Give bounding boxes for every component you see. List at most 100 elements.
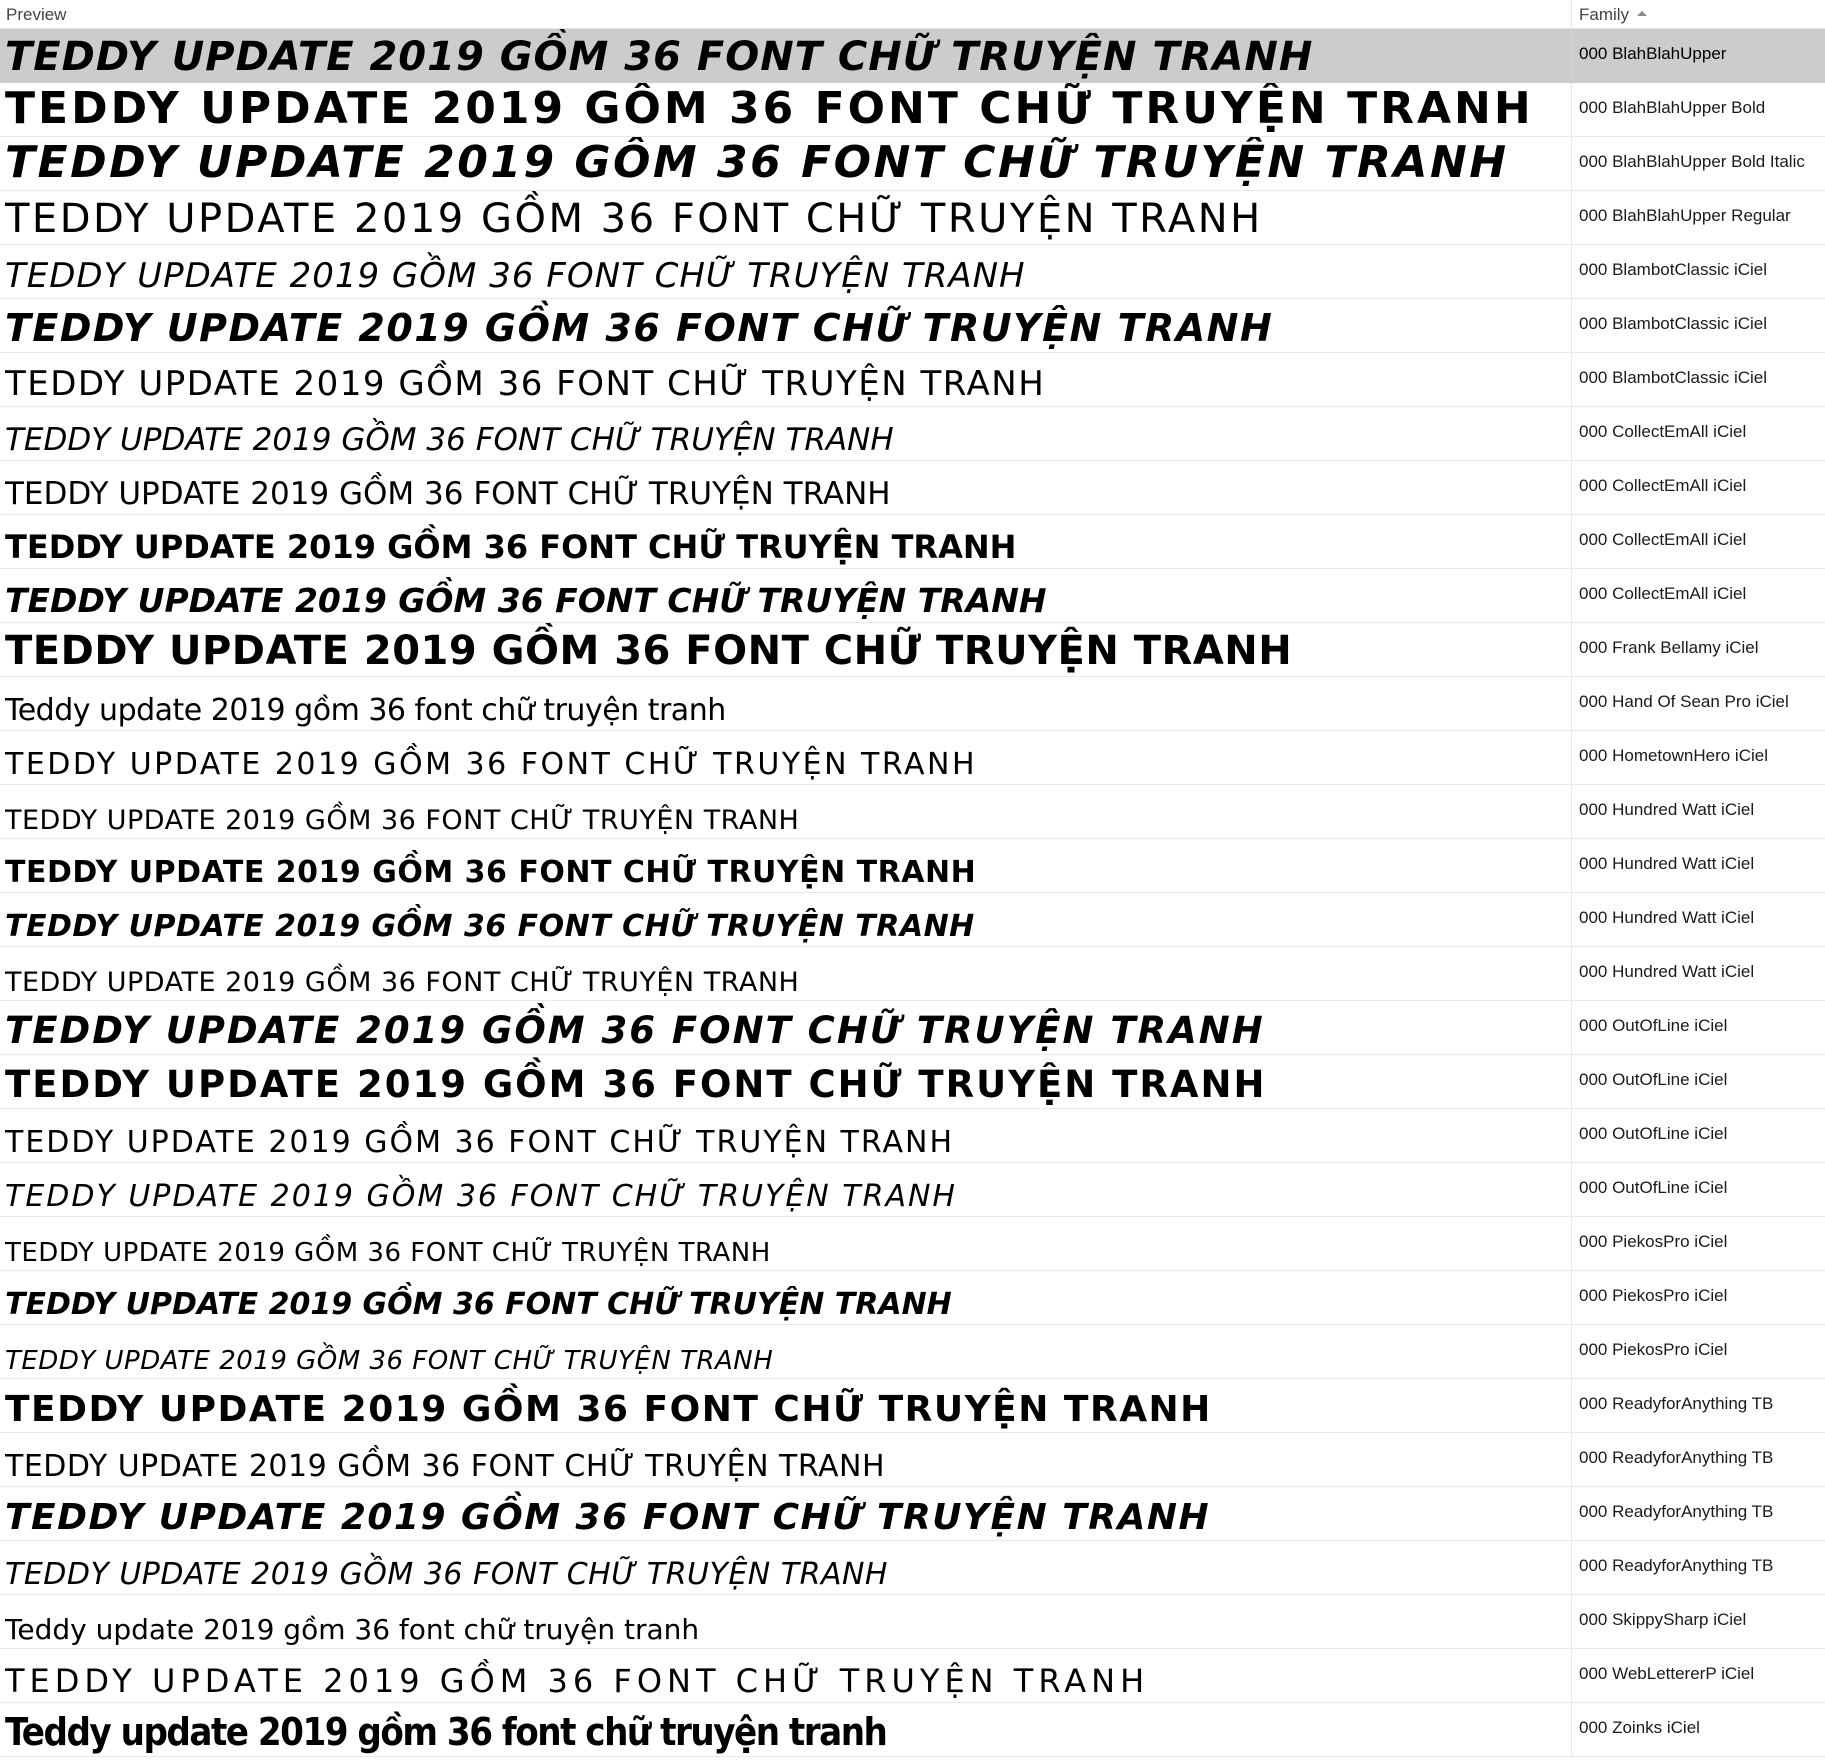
font-preview-cell: TEDDY UPDATE 2019 GỒM 36 FONT CHỮ TRUYỆN… xyxy=(5,1055,1567,1108)
column-divider xyxy=(1571,569,1572,622)
font-row[interactable]: TEDDY UPDATE 2019 GỒM 36 FONT CHỮ TRUYỆN… xyxy=(0,407,1825,461)
font-preview-cell: TEDDY UPDATE 2019 GỒM 36 FONT CHỮ TRUYỆN… xyxy=(5,353,1567,406)
font-row[interactable]: TEDDY UPDATE 2019 GỒM 36 FONT CHỮ TRUYỆN… xyxy=(0,1325,1825,1379)
font-preview-cell: TEDDY UPDATE 2019 GỒM 36 FONT CHỮ TRUYỆN… xyxy=(5,29,1567,82)
font-preview-cell: TEDDY UPDATE 2019 GỒM 36 FONT CHỮ TRUYỆN… xyxy=(5,83,1567,136)
font-list-table: Preview Family TEDDY UPDATE 2019 GỒM 36 … xyxy=(0,0,1825,1763)
font-preview-text: TEDDY UPDATE 2019 GỒM 36 FONT CHỮ TRUYỆN… xyxy=(5,34,1314,80)
font-row[interactable]: TEDDY UPDATE 2019 GỒM 36 FONT CHỮ TRUYỆN… xyxy=(0,461,1825,515)
font-preview-cell: TEDDY UPDATE 2019 GỒM 36 FONT CHỮ TRUYỆN… xyxy=(5,191,1567,244)
font-family-name: 000 SkippySharp iCiel xyxy=(1579,1610,1747,1629)
font-family-name: 000 Zoinks iCiel xyxy=(1579,1718,1700,1737)
font-family-name: 000 CollectEmAll iCiel xyxy=(1579,476,1747,495)
font-row[interactable]: TEDDY UPDATE 2019 GỒM 36 FONT CHỮ TRUYỆN… xyxy=(0,191,1825,245)
font-row[interactable]: TEDDY UPDATE 2019 GỒM 36 FONT CHỮ TRUYỆN… xyxy=(0,1217,1825,1271)
font-row[interactable]: TEDDY UPDATE 2019 GỒM 36 FONT CHỮ TRUYỆN… xyxy=(0,1379,1825,1433)
column-divider xyxy=(1571,677,1572,730)
font-family-name: 000 BlambotClassic iCiel xyxy=(1579,260,1768,279)
font-family-name: 000 BlahBlahUpper Regular xyxy=(1579,206,1791,225)
font-preview-cell: TEDDY UPDATE 2019 GỒM 36 FONT CHỮ TRUYỆN… xyxy=(5,245,1567,298)
column-divider xyxy=(1571,1433,1572,1486)
font-preview-cell: TEDDY UPDATE 2019 GỒM 36 FONT CHỮ TRUYỆN… xyxy=(5,1001,1567,1054)
column-divider[interactable] xyxy=(1571,0,1572,29)
sort-ascending-icon xyxy=(1637,11,1648,16)
font-family-name: 000 CollectEmAll iCiel xyxy=(1579,530,1747,549)
font-family-name: 000 WebLettererP iCiel xyxy=(1579,1664,1755,1683)
font-row[interactable]: Teddy update 2019 gồm 36 font chữ truyện… xyxy=(0,677,1825,731)
font-row[interactable]: TEDDY UPDATE 2019 GỒM 36 FONT CHỮ TRUYỆN… xyxy=(0,245,1825,299)
font-row[interactable]: TEDDY UPDATE 2019 GỒM 36 FONT CHỮ TRUYỆN… xyxy=(0,569,1825,623)
font-row[interactable]: TEDDY UPDATE 2019 GỒM 36 FONT CHỮ TRUYỆN… xyxy=(0,515,1825,569)
font-family-name: 000 Hundred Watt iCiel xyxy=(1579,962,1755,981)
font-row[interactable]: TEDDY UPDATE 2019 GỒM 36 FONT CHỮ TRUYỆN… xyxy=(0,731,1825,785)
font-row[interactable]: TEDDY UPDATE 2019 GỒM 36 FONT CHỮ TRUYỆN… xyxy=(0,1541,1825,1595)
font-family-name: 000 CollectEmAll iCiel xyxy=(1579,584,1747,603)
font-row[interactable]: TEDDY UPDATE 2019 GỒM 36 FONT CHỮ TRUYỆN… xyxy=(0,623,1825,677)
font-preview-cell: TEDDY UPDATE 2019 GỒM 36 FONT CHỮ TRUYỆN… xyxy=(5,1433,1567,1486)
font-preview-text: TEDDY UPDATE 2019 GỒM 36 FONT CHỮ TRUYỆN… xyxy=(5,1179,957,1214)
column-divider xyxy=(1571,191,1572,244)
column-divider xyxy=(1571,947,1572,1000)
font-family-name: 000 BlambotClassic iCiel xyxy=(1579,368,1768,387)
column-divider xyxy=(1571,623,1572,676)
font-family-name: 000 CollectEmAll iCiel xyxy=(1579,422,1747,441)
font-row[interactable]: TEDDY UPDATE 2019 GỒM 36 FONT CHỮ TRUYỆN… xyxy=(0,137,1825,191)
column-divider xyxy=(1571,407,1572,460)
font-row[interactable]: TEDDY UPDATE 2019 GỒM 36 FONT CHỮ TRUYỆN… xyxy=(0,1109,1825,1163)
font-row[interactable]: TEDDY UPDATE 2019 GỒM 36 FONT CHỮ TRUYỆN… xyxy=(0,893,1825,947)
font-preview-cell: TEDDY UPDATE 2019 GỒM 36 FONT CHỮ TRUYỆN… xyxy=(5,947,1567,1000)
font-preview-cell: TEDDY UPDATE 2019 GỒM 36 FONT CHỮ TRUYỆN… xyxy=(5,785,1567,838)
font-family-name: 000 ReadyforAnything TB xyxy=(1579,1448,1774,1467)
font-preview-text: TEDDY UPDATE 2019 GỒM 36 FONT CHỮ TRUYỆN… xyxy=(5,1009,1265,1052)
font-row[interactable]: TEDDY UPDATE 2019 GỒM 36 FONT CHỮ TRUYỆN… xyxy=(0,1433,1825,1487)
font-row[interactable]: TEDDY UPDATE 2019 GỒM 36 FONT CHỮ TRUYỆN… xyxy=(0,353,1825,407)
font-row[interactable]: TEDDY UPDATE 2019 GỒM 36 FONT CHỮ TRUYỆN… xyxy=(0,1163,1825,1217)
column-divider xyxy=(1571,893,1572,946)
font-preview-text: TEDDY UPDATE 2019 GỒM 36 FONT CHỮ TRUYỆN… xyxy=(5,1497,1211,1538)
font-row[interactable]: TEDDY UPDATE 2019 GỒM 36 FONT CHỮ TRUYỆN… xyxy=(0,1649,1825,1703)
font-row[interactable]: Teddy update 2019 gồm 36 font chữ truyện… xyxy=(0,1703,1825,1757)
font-row[interactable]: TEDDY UPDATE 2019 GỒM 36 FONT CHỮ TRUYỆN… xyxy=(0,947,1825,1001)
font-preview-cell: TEDDY UPDATE 2019 GỒM 36 FONT CHỮ TRUYỆN… xyxy=(5,893,1567,946)
column-divider xyxy=(1571,245,1572,298)
font-family-name: 000 OutOfLine iCiel xyxy=(1579,1016,1728,1035)
font-row[interactable]: TEDDY UPDATE 2019 GỒM 36 FONT CHỮ TRUYỆN… xyxy=(0,1001,1825,1055)
font-preview-cell: TEDDY UPDATE 2019 GỒM 36 FONT CHỮ TRUYỆN… xyxy=(5,1541,1567,1594)
font-preview-cell: TEDDY UPDATE 2019 GỒM 36 FONT CHỮ TRUYỆN… xyxy=(5,299,1567,352)
font-row[interactable]: TEDDY UPDATE 2019 GỒM 36 FONT CHỮ TRUYỆN… xyxy=(0,1055,1825,1109)
font-row[interactable]: TEDDY UPDATE 2019 GỒM 36 FONT CHỮ TRUYỆN… xyxy=(0,29,1825,83)
column-divider xyxy=(1571,299,1572,352)
column-divider xyxy=(1571,83,1572,136)
font-row[interactable]: TEDDY UPDATE 2019 GỒM 36 FONT CHỮ TRUYỆN… xyxy=(0,1487,1825,1541)
font-preview-text: TEDDY UPDATE 2019 GỒM 36 FONT CHỮ TRUYỆN… xyxy=(5,422,894,458)
font-row[interactable]: TEDDY UPDATE 2019 GỒM 36 FONT CHỮ TRUYỆN… xyxy=(0,299,1825,353)
font-row[interactable]: TEDDY UPDATE 2019 GỒM 36 FONT CHỮ TRUYỆN… xyxy=(0,785,1825,839)
font-preview-text: TEDDY UPDATE 2019 GỒM 36 FONT CHỮ TRUYỆN… xyxy=(5,1287,952,1322)
font-preview-cell: Teddy update 2019 gồm 36 font chữ truyện… xyxy=(5,1595,1567,1648)
font-family-name: 000 PiekosPro iCiel xyxy=(1579,1232,1728,1251)
font-preview-cell: TEDDY UPDATE 2019 GỒM 36 FONT CHỮ TRUYỆN… xyxy=(5,515,1567,568)
font-family-name: 000 Hundred Watt iCiel xyxy=(1579,908,1755,927)
font-row[interactable]: Teddy update 2019 gồm 36 font chữ truyện… xyxy=(0,1595,1825,1649)
font-preview-cell: TEDDY UPDATE 2019 GỒM 36 FONT CHỮ TRUYỆN… xyxy=(5,1271,1567,1324)
font-preview-text: TEDDY UPDATE 2019 GỒM 36 FONT CHỮ TRUYỆN… xyxy=(5,364,1046,404)
font-preview-cell: TEDDY UPDATE 2019 GỒM 36 FONT CHỮ TRUYỆN… xyxy=(5,1379,1567,1432)
font-family-name: 000 BlahBlahUpper xyxy=(1579,44,1727,63)
font-preview-cell: TEDDY UPDATE 2019 GỒM 36 FONT CHỮ TRUYỆN… xyxy=(5,1217,1567,1270)
column-divider xyxy=(1571,1325,1572,1378)
font-family-name: 000 BlahBlahUpper Bold Italic xyxy=(1579,152,1805,171)
font-preview-cell: TEDDY UPDATE 2019 GỒM 36 FONT CHỮ TRUYỆN… xyxy=(5,839,1567,892)
column-header-family[interactable]: Family xyxy=(1579,0,1809,29)
font-preview-text: TEDDY UPDATE 2019 GỒM 36 FONT CHỮ TRUYỆN… xyxy=(5,747,978,782)
font-preview-text: TEDDY UPDATE 2019 GỒM 36 FONT CHỮ TRUYỆN… xyxy=(5,306,1274,350)
font-row[interactable]: TEDDY UPDATE 2019 GỒM 36 FONT CHỮ TRUYỆN… xyxy=(0,83,1825,137)
font-family-name: 000 Hundred Watt iCiel xyxy=(1579,854,1755,873)
font-preview-text: TEDDY UPDATE 2019 GỒM 36 FONT CHỮ TRUYỆN… xyxy=(5,628,1293,674)
font-preview-text: TEDDY UPDATE 2019 GỒM 36 FONT CHỮ TRUYỆN… xyxy=(5,476,891,512)
font-row[interactable]: TEDDY UPDATE 2019 GỒM 36 FONT CHỮ TRUYỆN… xyxy=(0,1271,1825,1325)
font-family-name: 000 OutOfLine iCiel xyxy=(1579,1178,1728,1197)
font-preview-cell: TEDDY UPDATE 2019 GỒM 36 FONT CHỮ TRUYỆN… xyxy=(5,1325,1567,1378)
font-preview-text: TEDDY UPDATE 2019 GỒM 36 FONT CHỮ TRUYỆN… xyxy=(5,855,977,890)
column-header-preview[interactable]: Preview xyxy=(6,0,1566,29)
font-row[interactable]: TEDDY UPDATE 2019 GỒM 36 FONT CHỮ TRUYỆN… xyxy=(0,839,1825,893)
